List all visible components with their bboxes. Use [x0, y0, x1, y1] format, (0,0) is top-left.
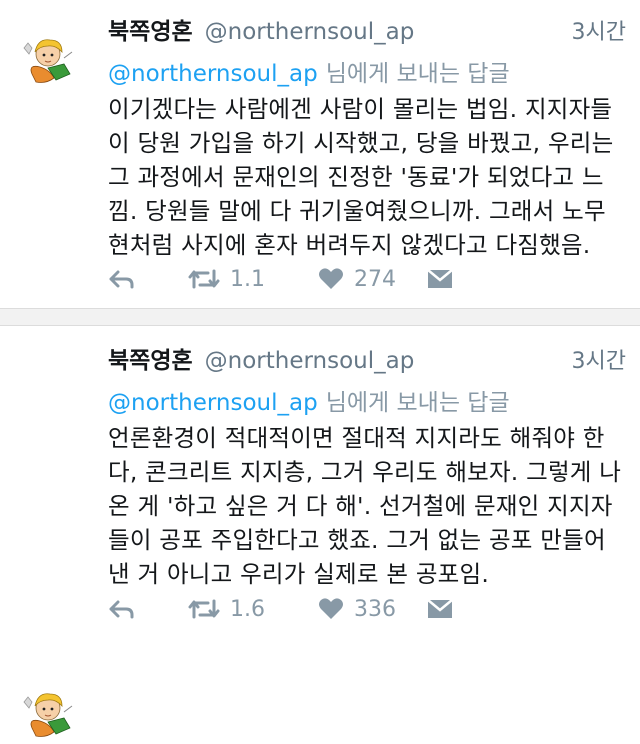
- like-count: 336: [354, 596, 396, 622]
- like-button[interactable]: 336: [318, 593, 396, 625]
- tweet-card[interactable]: 북쪽영혼 @northernsoul_ap 3시간 @northernsoul_…: [0, 0, 640, 308]
- retweet-button[interactable]: 1.6: [188, 593, 265, 625]
- reply-context: @northernsoul_ap 님에게 보내는 답글: [108, 54, 626, 90]
- reply-mention-link[interactable]: @northernsoul_ap: [108, 61, 318, 87]
- retweet-count: 1.6: [230, 596, 265, 622]
- like-icon: [318, 597, 344, 621]
- direct-message-button[interactable]: [426, 593, 454, 625]
- tweet-actions: 1.6 336: [108, 593, 528, 625]
- retweet-count: 1.1: [230, 266, 265, 292]
- reply-context: @northernsoul_ap 님에게 보내는 답글: [108, 383, 626, 419]
- direct-message-button[interactable]: [426, 263, 454, 295]
- reply-button[interactable]: [108, 593, 136, 625]
- retweet-icon: [188, 597, 220, 621]
- like-count: 274: [354, 266, 396, 292]
- tweet-timestamp[interactable]: 3시간: [572, 14, 626, 46]
- direct-message-icon: [426, 267, 454, 291]
- reply-context-label: 님에게 보내는 답글: [325, 61, 510, 87]
- retweet-icon: [188, 267, 220, 291]
- reply-context-label: 님에게 보내는 답글: [325, 390, 510, 416]
- tweet-text: 언론환경이 적대적이면 절대적 지지라도 해줘야 한다, 콘크리트 지지층, 그…: [108, 424, 622, 588]
- avatar[interactable]: [20, 688, 78, 740]
- retweet-button[interactable]: 1.1: [188, 263, 265, 295]
- tweet-actions: 1.1 274: [108, 263, 528, 295]
- tweet-separator: [0, 308, 640, 326]
- author-name[interactable]: 북쪽영혼: [108, 341, 193, 375]
- tweet-text: 이기겠다는 사람에겐 사람이 몰리는 법임. 지지자들이 당원 가입을 하기 시…: [108, 95, 614, 259]
- like-button[interactable]: 274: [318, 263, 396, 295]
- reply-icon: [108, 267, 136, 291]
- author-handle[interactable]: @northernsoul_ap: [205, 348, 415, 374]
- tweet-timestamp[interactable]: 3시간: [572, 343, 626, 375]
- direct-message-icon: [426, 597, 454, 621]
- author-handle[interactable]: @northernsoul_ap: [205, 19, 415, 45]
- reply-button[interactable]: [108, 263, 136, 295]
- avatar[interactable]: [20, 34, 78, 86]
- like-icon: [318, 267, 344, 291]
- reply-icon: [108, 597, 136, 621]
- author-name[interactable]: 북쪽영혼: [108, 12, 193, 46]
- tweet-card[interactable]: 북쪽영혼 @northernsoul_ap 3시간 @northernsoul_…: [0, 326, 640, 737]
- reply-mention-link[interactable]: @northernsoul_ap: [108, 390, 318, 416]
